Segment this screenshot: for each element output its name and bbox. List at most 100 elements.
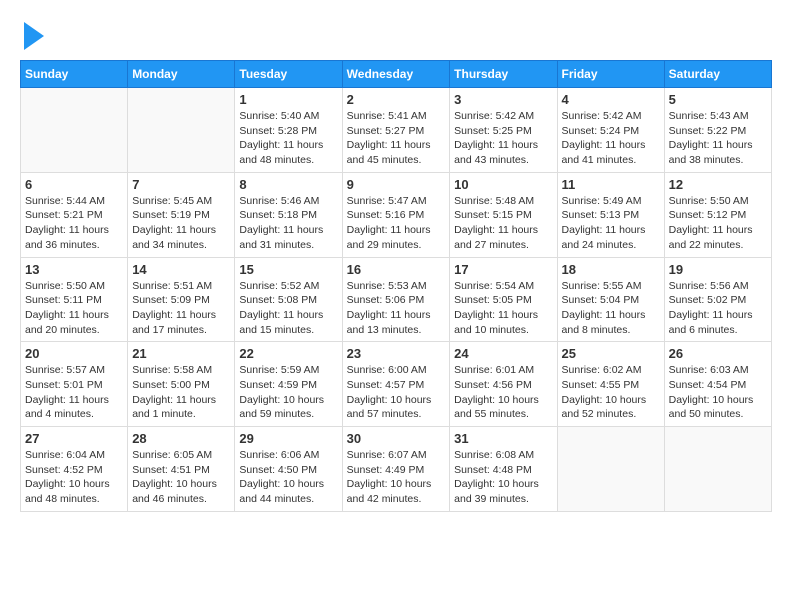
- day-number: 23: [347, 346, 446, 361]
- day-info: Sunrise: 6:07 AM Sunset: 4:49 PM Dayligh…: [347, 448, 446, 507]
- weekday-header: Monday: [128, 61, 235, 88]
- calendar-cell: 8Sunrise: 5:46 AM Sunset: 5:18 PM Daylig…: [235, 172, 342, 257]
- calendar-cell: 4Sunrise: 5:42 AM Sunset: 5:24 PM Daylig…: [557, 88, 664, 173]
- calendar-cell: 3 Sunrise: 5:42 AM Sunset: 5:25 PM Daylig…: [450, 88, 557, 173]
- calendar-cell: [21, 88, 128, 173]
- calendar-cell: 7 Sunrise: 5:45 AM Sunset: 5:19 PM Daylig…: [128, 172, 235, 257]
- day-info: Sunrise: 5:44 AM Sunset: 5:21 PM Dayligh…: [25, 194, 123, 253]
- day-info: Sunrise: 5:41 AM Sunset: 5:27 PM Dayligh…: [347, 109, 446, 168]
- calendar-cell: 23 Sunrise: 6:00 AM Sunset: 4:57 PM Dayli…: [342, 342, 450, 427]
- day-info: Sunrise: 5:42 AM Sunset: 5:24 PM Dayligh…: [562, 109, 660, 168]
- calendar-cell: 24 Sunrise: 6:01 AM Sunset: 4:56 PM Dayli…: [450, 342, 557, 427]
- day-info: Sunrise: 5:43 AM Sunset: 5:22 PM Dayligh…: [669, 109, 767, 168]
- day-number: 21: [132, 346, 230, 361]
- day-number: 10: [454, 177, 552, 192]
- calendar-cell: 28Sunrise: 6:05 AM Sunset: 4:51 PM Dayli…: [128, 427, 235, 512]
- day-number: 11: [562, 177, 660, 192]
- day-number: 29: [239, 431, 337, 446]
- day-info: Sunrise: 5:55 AM Sunset: 5:04 PM Dayligh…: [562, 279, 660, 338]
- day-number: 5: [669, 92, 767, 107]
- calendar-cell: 5 Sunrise: 5:43 AM Sunset: 5:22 PM Daylig…: [664, 88, 771, 173]
- day-info: Sunrise: 5:56 AM Sunset: 5:02 PM Dayligh…: [669, 279, 767, 338]
- calendar-header-row: SundayMondayTuesdayWednesdayThursdayFrid…: [21, 61, 772, 88]
- calendar-cell: [557, 427, 664, 512]
- day-info: Sunrise: 5:45 AM Sunset: 5:19 PM Dayligh…: [132, 194, 230, 253]
- calendar-cell: 13 Sunrise: 5:50 AM Sunset: 5:11 PM Dayli…: [21, 257, 128, 342]
- calendar-cell: 9 Sunrise: 5:47 AM Sunset: 5:16 PM Daylig…: [342, 172, 450, 257]
- calendar-cell: 29 Sunrise: 6:06 AM Sunset: 4:50 PM Dayli…: [235, 427, 342, 512]
- weekday-header: Sunday: [21, 61, 128, 88]
- day-number: 26: [669, 346, 767, 361]
- day-info: Sunrise: 6:05 AM Sunset: 4:51 PM Dayligh…: [132, 448, 230, 507]
- day-number: 3: [454, 92, 552, 107]
- calendar-cell: 2 Sunrise: 5:41 AM Sunset: 5:27 PM Daylig…: [342, 88, 450, 173]
- calendar-cell: 15 Sunrise: 5:52 AM Sunset: 5:08 PM Dayli…: [235, 257, 342, 342]
- day-info: Sunrise: 5:51 AM Sunset: 5:09 PM Dayligh…: [132, 279, 230, 338]
- day-info: Sunrise: 5:53 AM Sunset: 5:06 PM Dayligh…: [347, 279, 446, 338]
- weekday-header: Thursday: [450, 61, 557, 88]
- logo: [20, 20, 44, 50]
- day-number: 6: [25, 177, 123, 192]
- day-number: 16: [347, 262, 446, 277]
- calendar-table: SundayMondayTuesdayWednesdayThursdayFrid…: [20, 60, 772, 512]
- day-info: Sunrise: 5:58 AM Sunset: 5:00 PM Dayligh…: [132, 363, 230, 422]
- calendar-cell: 26 Sunrise: 6:03 AM Sunset: 4:54 PM Dayli…: [664, 342, 771, 427]
- day-number: 18: [562, 262, 660, 277]
- day-info: Sunrise: 6:00 AM Sunset: 4:57 PM Dayligh…: [347, 363, 446, 422]
- weekday-header: Wednesday: [342, 61, 450, 88]
- calendar-week-row: 13 Sunrise: 5:50 AM Sunset: 5:11 PM Dayli…: [21, 257, 772, 342]
- day-number: 24: [454, 346, 552, 361]
- weekday-header: Saturday: [664, 61, 771, 88]
- calendar-week-row: 6 Sunrise: 5:44 AM Sunset: 5:21 PM Daylig…: [21, 172, 772, 257]
- weekday-header: Tuesday: [235, 61, 342, 88]
- calendar-cell: 10 Sunrise: 5:48 AM Sunset: 5:15 PM Dayli…: [450, 172, 557, 257]
- calendar-cell: 6 Sunrise: 5:44 AM Sunset: 5:21 PM Daylig…: [21, 172, 128, 257]
- calendar-week-row: 20Sunrise: 5:57 AM Sunset: 5:01 PM Dayli…: [21, 342, 772, 427]
- calendar-cell: 11 Sunrise: 5:49 AM Sunset: 5:13 PM Dayli…: [557, 172, 664, 257]
- day-number: 2: [347, 92, 446, 107]
- day-number: 20: [25, 346, 123, 361]
- day-info: Sunrise: 6:04 AM Sunset: 4:52 PM Dayligh…: [25, 448, 123, 507]
- calendar-cell: 30Sunrise: 6:07 AM Sunset: 4:49 PM Dayli…: [342, 427, 450, 512]
- day-number: 27: [25, 431, 123, 446]
- day-number: 25: [562, 346, 660, 361]
- day-info: Sunrise: 5:59 AM Sunset: 4:59 PM Dayligh…: [239, 363, 337, 422]
- day-info: Sunrise: 6:06 AM Sunset: 4:50 PM Dayligh…: [239, 448, 337, 507]
- day-info: Sunrise: 6:01 AM Sunset: 4:56 PM Dayligh…: [454, 363, 552, 422]
- day-info: Sunrise: 6:03 AM Sunset: 4:54 PM Dayligh…: [669, 363, 767, 422]
- day-number: 7: [132, 177, 230, 192]
- day-info: Sunrise: 5:46 AM Sunset: 5:18 PM Dayligh…: [239, 194, 337, 253]
- day-info: Sunrise: 5:50 AM Sunset: 5:12 PM Dayligh…: [669, 194, 767, 253]
- calendar-cell: 12 Sunrise: 5:50 AM Sunset: 5:12 PM Dayli…: [664, 172, 771, 257]
- calendar-cell: 1Sunrise: 5:40 AM Sunset: 5:28 PM Daylig…: [235, 88, 342, 173]
- calendar-cell: 19 Sunrise: 5:56 AM Sunset: 5:02 PM Dayli…: [664, 257, 771, 342]
- page-header: [20, 20, 772, 50]
- calendar-cell: 17 Sunrise: 5:54 AM Sunset: 5:05 PM Dayli…: [450, 257, 557, 342]
- day-info: Sunrise: 5:54 AM Sunset: 5:05 PM Dayligh…: [454, 279, 552, 338]
- day-number: 15: [239, 262, 337, 277]
- calendar-cell: 18 Sunrise: 5:55 AM Sunset: 5:04 PM Dayli…: [557, 257, 664, 342]
- calendar-cell: 25 Sunrise: 6:02 AM Sunset: 4:55 PM Dayli…: [557, 342, 664, 427]
- day-info: Sunrise: 5:50 AM Sunset: 5:11 PM Dayligh…: [25, 279, 123, 338]
- logo-arrow-icon: [24, 22, 44, 50]
- day-number: 12: [669, 177, 767, 192]
- calendar-cell: 22 Sunrise: 5:59 AM Sunset: 4:59 PM Dayli…: [235, 342, 342, 427]
- day-number: 22: [239, 346, 337, 361]
- day-number: 1: [239, 92, 337, 107]
- day-info: Sunrise: 5:49 AM Sunset: 5:13 PM Dayligh…: [562, 194, 660, 253]
- day-number: 14: [132, 262, 230, 277]
- day-info: Sunrise: 6:08 AM Sunset: 4:48 PM Dayligh…: [454, 448, 552, 507]
- day-info: Sunrise: 6:02 AM Sunset: 4:55 PM Dayligh…: [562, 363, 660, 422]
- day-number: 19: [669, 262, 767, 277]
- day-info: Sunrise: 5:48 AM Sunset: 5:15 PM Dayligh…: [454, 194, 552, 253]
- calendar-cell: 27 Sunrise: 6:04 AM Sunset: 4:52 PM Dayli…: [21, 427, 128, 512]
- day-info: Sunrise: 5:47 AM Sunset: 5:16 PM Dayligh…: [347, 194, 446, 253]
- day-info: Sunrise: 5:52 AM Sunset: 5:08 PM Dayligh…: [239, 279, 337, 338]
- day-number: 9: [347, 177, 446, 192]
- calendar-cell: 31Sunrise: 6:08 AM Sunset: 4:48 PM Dayli…: [450, 427, 557, 512]
- day-info: Sunrise: 5:42 AM Sunset: 5:25 PM Dayligh…: [454, 109, 552, 168]
- calendar-cell: [664, 427, 771, 512]
- day-number: 17: [454, 262, 552, 277]
- weekday-header: Friday: [557, 61, 664, 88]
- day-number: 13: [25, 262, 123, 277]
